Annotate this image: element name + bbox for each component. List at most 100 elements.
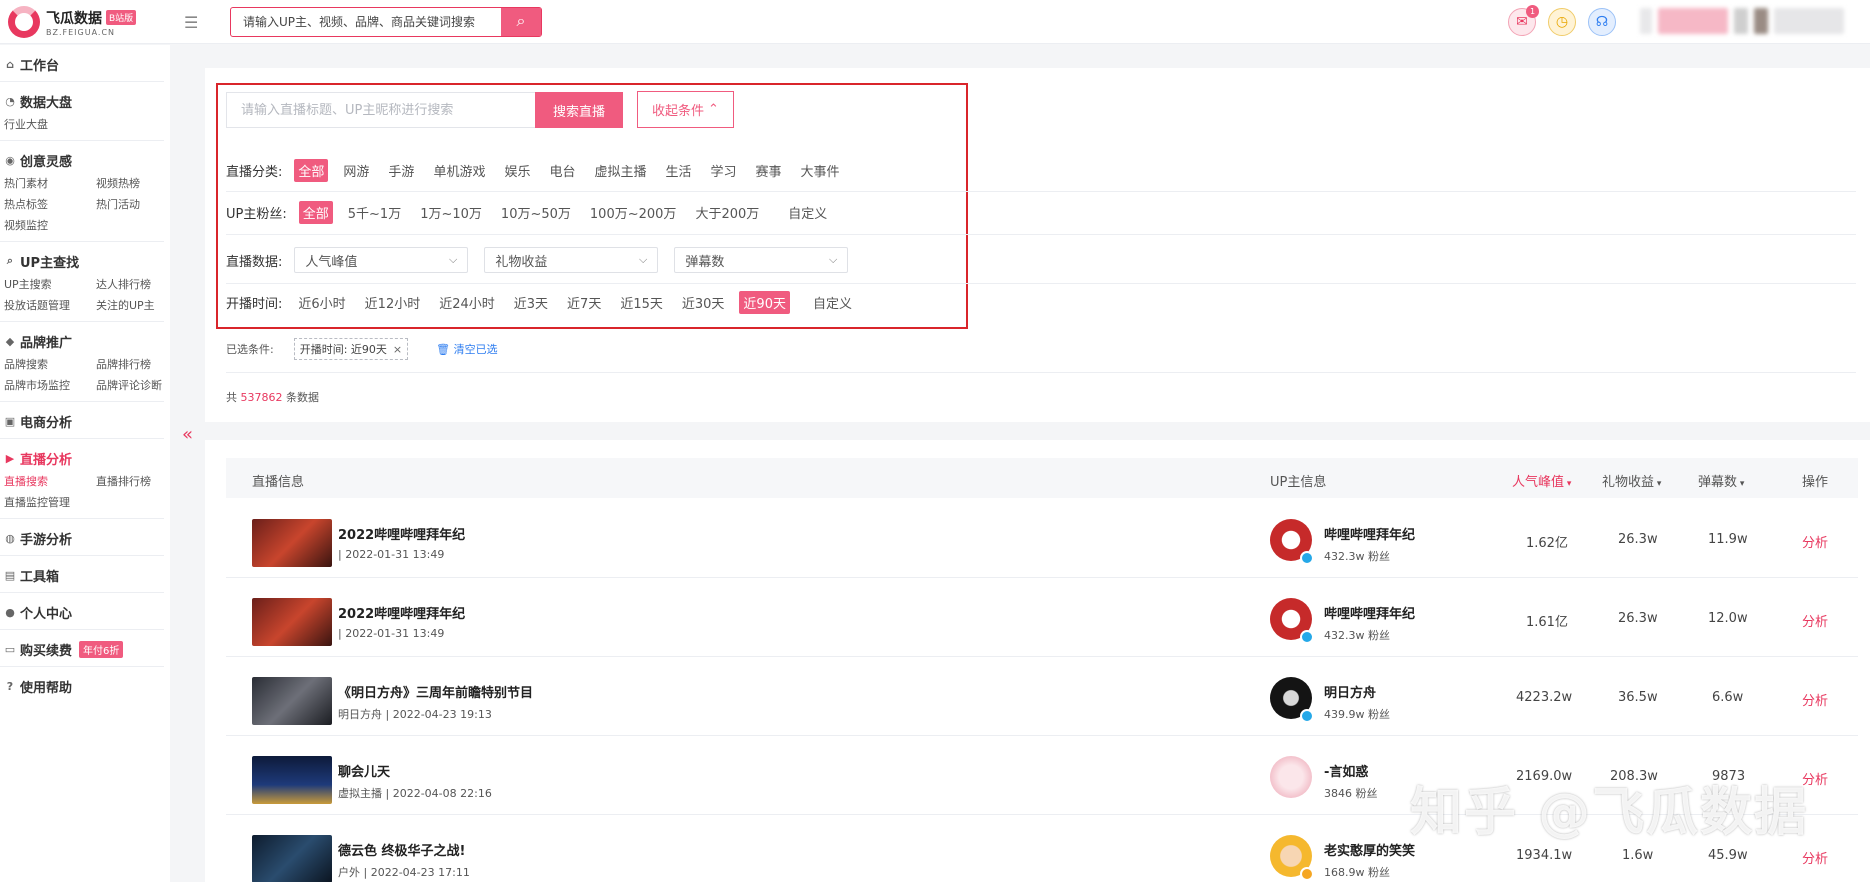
time-option[interactable]: 近24小时 <box>435 291 499 314</box>
sidebar-item-toolbox[interactable]: ▤ 工具箱 <box>4 564 160 586</box>
sidebar-item-talent-rank[interactable]: 达人排行榜 <box>96 276 176 292</box>
sidebar-item-personal[interactable]: ● 个人中心 <box>4 601 160 623</box>
sidebar-item-live-monitor[interactable]: 直播监控管理 <box>4 494 96 510</box>
mail-icon[interactable]: ✉ 1 <box>1508 5 1539 36</box>
category-option[interactable]: 娱乐 <box>500 159 534 182</box>
live-thumbnail[interactable] <box>252 519 332 567</box>
time-option[interactable]: 近7天 <box>563 291 605 314</box>
sidebar-item-help[interactable]: ? 使用帮助 <box>4 675 160 697</box>
sidebar-item-up-search-sub[interactable]: UP主搜索 <box>4 276 96 292</box>
live-search-button[interactable]: 搜索直播 <box>535 92 623 128</box>
category-option[interactable]: 赛事 <box>752 159 786 182</box>
category-option[interactable]: 网游 <box>339 159 373 182</box>
sidebar-item-purchase[interactable]: ▭ 购买续费 年付6折 <box>4 638 160 660</box>
live-thumbnail[interactable] <box>252 756 332 804</box>
category-option[interactable]: 手游 <box>384 159 418 182</box>
sidebar-item-workbench[interactable]: ⌂ 工作台 <box>4 53 160 75</box>
fans-option[interactable]: 5千~1万 <box>344 201 405 224</box>
sidebar-item-brand-comment[interactable]: 品牌评论诊断 <box>96 377 176 393</box>
sidebar-item-up-search[interactable]: ⌕ UP主查找 <box>4 250 160 272</box>
close-icon[interactable]: × <box>393 343 402 356</box>
time-option[interactable]: 近12小时 <box>361 291 425 314</box>
fans-option[interactable]: 全部 <box>298 200 333 224</box>
sidebar-item-live-rank[interactable]: 直播排行榜 <box>96 473 176 489</box>
time-option[interactable]: 近90天 <box>739 290 790 314</box>
live-search-input[interactable] <box>226 92 535 128</box>
up-name[interactable]: -言如惑 <box>1324 761 1368 780</box>
sidebar-item-followed-up[interactable]: 关注的UP主 <box>96 297 176 313</box>
time-option[interactable]: 近15天 <box>616 291 667 314</box>
category-option[interactable]: 学习 <box>707 159 741 182</box>
sidebar-item-brand-rank[interactable]: 品牌排行榜 <box>96 356 176 372</box>
sidebar-item-hot-material[interactable]: 热门素材 <box>4 175 96 191</box>
fans-option[interactable]: 10万~50万 <box>497 201 575 224</box>
live-thumbnail[interactable] <box>252 598 332 646</box>
sidebar-item-hot-events[interactable]: 热门活动 <box>96 196 176 212</box>
clear-conditions-link[interactable]: 🗑 清空已选 <box>436 341 497 357</box>
analyze-link[interactable]: 分析 <box>1802 690 1828 709</box>
category-option[interactable]: 电台 <box>545 159 579 182</box>
live-search: 搜索直播 <box>226 92 623 128</box>
time-option[interactable]: 近30天 <box>678 291 729 314</box>
global-search-input[interactable] <box>231 8 501 36</box>
sidebar-item-mobile-game[interactable]: ◍ 手游分析 <box>4 527 160 549</box>
category-option[interactable]: 虚拟主播 <box>590 159 650 182</box>
clock-icon[interactable]: ◷ <box>1548 8 1576 36</box>
live-meta: | 2022-01-31 13:49 <box>338 548 445 561</box>
fold-conditions-button[interactable]: 收起条件 ⌃ <box>637 91 734 128</box>
brand-logo[interactable]: 飞瓜数据 B站版 BZ.FEIGUA.CN <box>8 6 137 38</box>
sidebar-item-industry[interactable]: 行业大盘 <box>4 116 96 132</box>
user-account[interactable] <box>1640 8 1844 34</box>
sidebar-item-brand[interactable]: ◆ 品牌推广 <box>4 330 160 352</box>
sidebar-item-creative[interactable]: ◉ 创意灵感 <box>4 149 160 171</box>
live-thumbnail[interactable] <box>252 835 332 882</box>
sidebar-item-topic-manage[interactable]: 投放话题管理 <box>4 297 96 313</box>
up-name[interactable]: 明日方舟 <box>1324 682 1376 701</box>
avatar[interactable] <box>1270 756 1312 798</box>
live-title[interactable]: 《明日方舟》三周年前瞻特别节目 <box>338 682 533 701</box>
sidebar-item-dashboard[interactable]: ◔ 数据大盘 <box>4 90 160 112</box>
sidebar-item-live[interactable]: ▶ 直播分析 <box>4 447 160 469</box>
global-search-button[interactable]: ⌕ <box>501 8 541 36</box>
peak-select[interactable]: 人气峰值 ⌵ <box>294 247 469 273</box>
up-name[interactable]: 老实憨厚的笑笑 <box>1324 840 1415 859</box>
sidebar-item-hot-tags[interactable]: 热点标签 <box>4 196 96 212</box>
header-peak[interactable]: 人气峰值 ▾ <box>1512 471 1571 490</box>
time-option[interactable]: 自定义 <box>809 291 856 314</box>
analyze-link[interactable]: 分析 <box>1802 532 1828 551</box>
customer-service-icon[interactable]: ☊ <box>1588 8 1616 36</box>
live-title[interactable]: 2022哔哩哔哩拜年纪 <box>338 603 465 622</box>
header-danmaku[interactable]: 弹幕数 ▾ <box>1698 471 1744 490</box>
live-title[interactable]: 聊会儿天 <box>338 761 390 780</box>
sidebar-item-video-monitor[interactable]: 视频监控 <box>4 217 96 233</box>
sidebar-item-ecommerce[interactable]: ▣ 电商分析 <box>4 410 160 432</box>
category-option[interactable]: 生活 <box>662 159 696 182</box>
live-thumbnail[interactable] <box>252 677 332 725</box>
sidebar-item-live-search[interactable]: 直播搜索 <box>4 473 96 489</box>
time-option[interactable]: 近6小时 <box>294 291 349 314</box>
menu-toggle-icon[interactable]: ☰ <box>184 13 198 32</box>
analyze-link[interactable]: 分析 <box>1802 611 1828 630</box>
sidebar-item-video-hot[interactable]: 视频热榜 <box>96 175 176 191</box>
live-title[interactable]: 2022哔哩哔哩拜年纪 <box>338 524 465 543</box>
category-option[interactable]: 大事件 <box>797 159 844 182</box>
live-title[interactable]: 德云色 终极华子之战! <box>338 840 465 859</box>
header-gift[interactable]: 礼物收益 ▾ <box>1602 471 1661 490</box>
analyze-link[interactable]: 分析 <box>1802 848 1828 867</box>
category-option[interactable]: 单机游戏 <box>429 159 489 182</box>
gift-select[interactable]: 礼物收益 ⌵ <box>484 247 659 273</box>
danmaku-select[interactable]: 弹幕数 ⌵ <box>674 247 849 273</box>
category-option[interactable]: 全部 <box>294 158 329 182</box>
sidebar-item-brand-monitor[interactable]: 品牌市场监控 <box>4 377 96 393</box>
up-name[interactable]: 哔哩哔哩拜年纪 <box>1324 603 1415 622</box>
sidebar-item-brand-search[interactable]: 品牌搜索 <box>4 356 96 372</box>
condition-chip[interactable]: 开播时间: 近90天 × <box>293 338 409 360</box>
collapse-sidebar-icon[interactable]: « <box>182 424 193 445</box>
up-name[interactable]: 哔哩哔哩拜年纪 <box>1324 524 1415 543</box>
time-option[interactable]: 近3天 <box>510 291 552 314</box>
fans-option[interactable]: 100万~200万 <box>586 201 681 224</box>
live-meta: 户外 | 2022-04-23 17:11 <box>338 866 470 879</box>
fans-option[interactable]: 大于200万 <box>691 201 763 224</box>
fans-option[interactable]: 1万~10万 <box>416 201 486 224</box>
fans-option[interactable]: 自定义 <box>784 201 831 224</box>
